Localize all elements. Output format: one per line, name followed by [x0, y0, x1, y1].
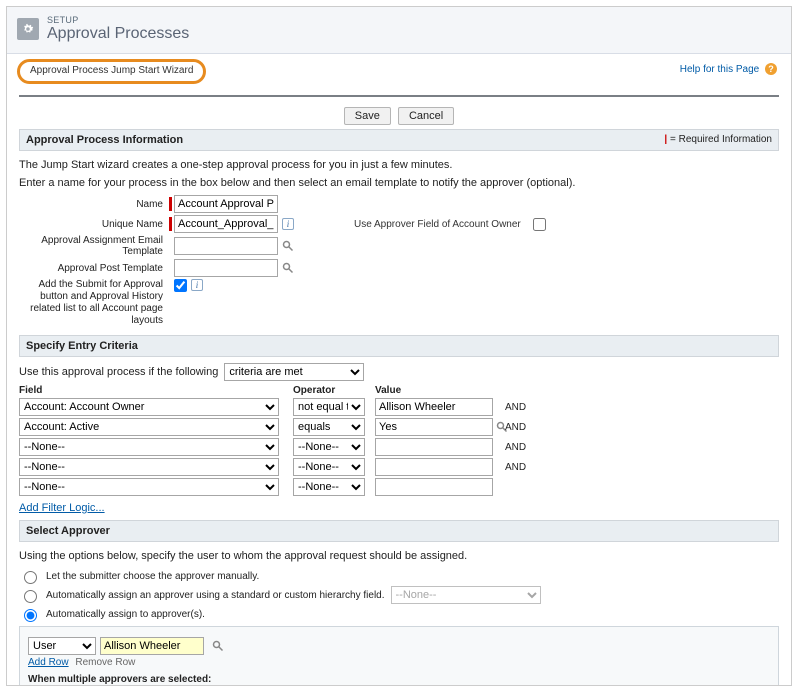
section-approver-title: Select Approver — [26, 525, 110, 537]
label-add-submit: Add the Submit for Approval button and A… — [19, 279, 169, 327]
label-post-template: Approval Post Template — [19, 263, 169, 274]
required-icon — [169, 197, 172, 211]
and-1: AND — [505, 402, 535, 413]
divider — [19, 95, 779, 97]
col-value: Value — [375, 385, 501, 396]
radio-manual[interactable]: Let the submitter choose the approver ma… — [19, 568, 779, 584]
section-approver: Select Approver — [19, 520, 779, 542]
row-add-submit: Add the Submit for Approval button and A… — [19, 279, 779, 327]
add-row-link[interactable]: Add Row — [28, 657, 69, 668]
help-for-page-link[interactable]: Help for this Page ? — [680, 63, 777, 75]
wizard-title-pill: Approval Process Jump Start Wizard — [17, 59, 206, 84]
field-select-2[interactable]: Account: Active — [19, 418, 279, 436]
value-input-4[interactable] — [375, 458, 493, 476]
page-title: Approval Processes — [47, 25, 189, 43]
approver-user-input[interactable] — [100, 637, 204, 655]
label-unique-name: Unique Name — [19, 219, 169, 230]
top-button-row: Save Cancel — [19, 103, 779, 129]
email-template-input[interactable] — [174, 237, 278, 255]
section-approval-info: Approval Process Information | = Require… — [19, 129, 779, 151]
help-for-page-text: Help for this Page — [680, 64, 760, 75]
operator-select-3[interactable]: --None-- — [293, 438, 365, 456]
post-template-input[interactable] — [174, 259, 278, 277]
info-body: The Jump Start wizard creates a one-step… — [19, 151, 779, 335]
value-input-2[interactable] — [375, 418, 493, 436]
field-select-1[interactable]: Account: Account Owner — [19, 398, 279, 416]
label-email-template: Approval Assignment Email Template — [19, 235, 169, 257]
add-submit-checkbox[interactable] — [174, 279, 187, 292]
help-icon: ? — [765, 63, 777, 75]
and-4: AND — [505, 462, 535, 473]
value-input-3[interactable] — [375, 438, 493, 456]
approver-assignment-box: User Add Row Remove Row When multiple ap… — [19, 626, 779, 685]
approver-body: Using the options below, specify the use… — [19, 542, 779, 685]
header-text: SETUP Approval Processes — [47, 15, 189, 43]
intro-line-1: The Jump Start wizard creates a one-step… — [19, 159, 779, 171]
name-input[interactable] — [174, 195, 278, 213]
operator-select-2[interactable]: equals — [293, 418, 365, 436]
field-select-5[interactable]: --None-- — [19, 478, 279, 496]
info-icon[interactable]: i — [282, 218, 294, 230]
section-criteria: Specify Entry Criteria — [19, 335, 779, 357]
required-info-note: | = Required Information — [664, 134, 772, 145]
col-operator: Operator — [293, 385, 371, 396]
hierarchy-field-select[interactable]: --None-- — [391, 586, 541, 604]
radio-hierarchy-input[interactable] — [24, 590, 37, 603]
content-scroll[interactable]: Approval Process Jump Start Wizard Help … — [7, 55, 791, 685]
operator-select-1[interactable]: not equal to — [293, 398, 365, 416]
setup-header: SETUP Approval Processes — [7, 7, 791, 54]
and-3: AND — [505, 442, 535, 453]
criteria-body: Use this approval process if the followi… — [19, 357, 779, 520]
row-name: Name — [19, 195, 779, 213]
row-unique-name: Unique Name i Use Approver Field of Acco… — [19, 215, 779, 233]
lookup-icon[interactable] — [211, 639, 225, 653]
add-filter-logic-link[interactable]: Add Filter Logic... — [19, 502, 105, 514]
col-field: Field — [19, 385, 289, 396]
lookup-icon[interactable] — [281, 261, 295, 275]
operator-select-4[interactable]: --None-- — [293, 458, 365, 476]
info-icon[interactable]: i — [191, 279, 203, 291]
field-select-4[interactable]: --None-- — [19, 458, 279, 476]
approver-type-select[interactable]: User — [28, 637, 96, 655]
unique-name-input[interactable] — [174, 215, 278, 233]
label-name: Name — [19, 199, 169, 210]
criteria-mode-select[interactable]: criteria are met — [224, 363, 364, 381]
value-input-5[interactable] — [375, 478, 493, 496]
row-post-template: Approval Post Template — [19, 259, 779, 277]
required-icon — [169, 217, 172, 231]
value-input-1[interactable] — [375, 398, 493, 416]
section-criteria-title: Specify Entry Criteria — [26, 340, 138, 352]
required-info-text: = Required Information — [670, 134, 772, 145]
radio-auto-label: Automatically assign to approver(s). — [46, 609, 205, 620]
field-select-3[interactable]: --None-- — [19, 438, 279, 456]
radio-manual-label: Let the submitter choose the approver ma… — [46, 571, 259, 582]
save-button[interactable]: Save — [344, 107, 391, 125]
criteria-table: Field Operator Value Account: Account Ow… — [19, 385, 779, 496]
gear-icon — [17, 18, 39, 40]
and-2: AND — [505, 422, 535, 433]
lookup-icon[interactable] — [281, 239, 295, 253]
multi-approvers-label: When multiple approvers are selected: — [28, 674, 770, 685]
operator-select-5[interactable]: --None-- — [293, 478, 365, 496]
app-frame: SETUP Approval Processes Approval Proces… — [6, 6, 792, 686]
intro-line-2: Enter a name for your process in the box… — [19, 177, 779, 189]
header-eyebrow: SETUP — [47, 15, 189, 25]
approver-intro: Using the options below, specify the use… — [19, 550, 779, 562]
radio-auto-input[interactable] — [24, 609, 37, 622]
row-email-template: Approval Assignment Email Template — [19, 235, 779, 257]
subtitle-row: Approval Process Jump Start Wizard Help … — [19, 55, 779, 95]
use-approver-field-checkbox[interactable] — [533, 218, 546, 231]
remove-row-text: Remove Row — [75, 657, 135, 668]
cancel-button[interactable]: Cancel — [398, 107, 454, 125]
radio-hierarchy[interactable]: Automatically assign an approver using a… — [19, 586, 779, 604]
label-use-approver-field: Use Approver Field of Account Owner — [294, 219, 521, 230]
radio-auto[interactable]: Automatically assign to approver(s). — [19, 606, 779, 622]
radio-hierarchy-label: Automatically assign an approver using a… — [46, 590, 385, 601]
section-approval-info-title: Approval Process Information — [26, 134, 183, 146]
radio-manual-input[interactable] — [24, 571, 37, 584]
criteria-lead-text: Use this approval process if the followi… — [19, 366, 218, 378]
